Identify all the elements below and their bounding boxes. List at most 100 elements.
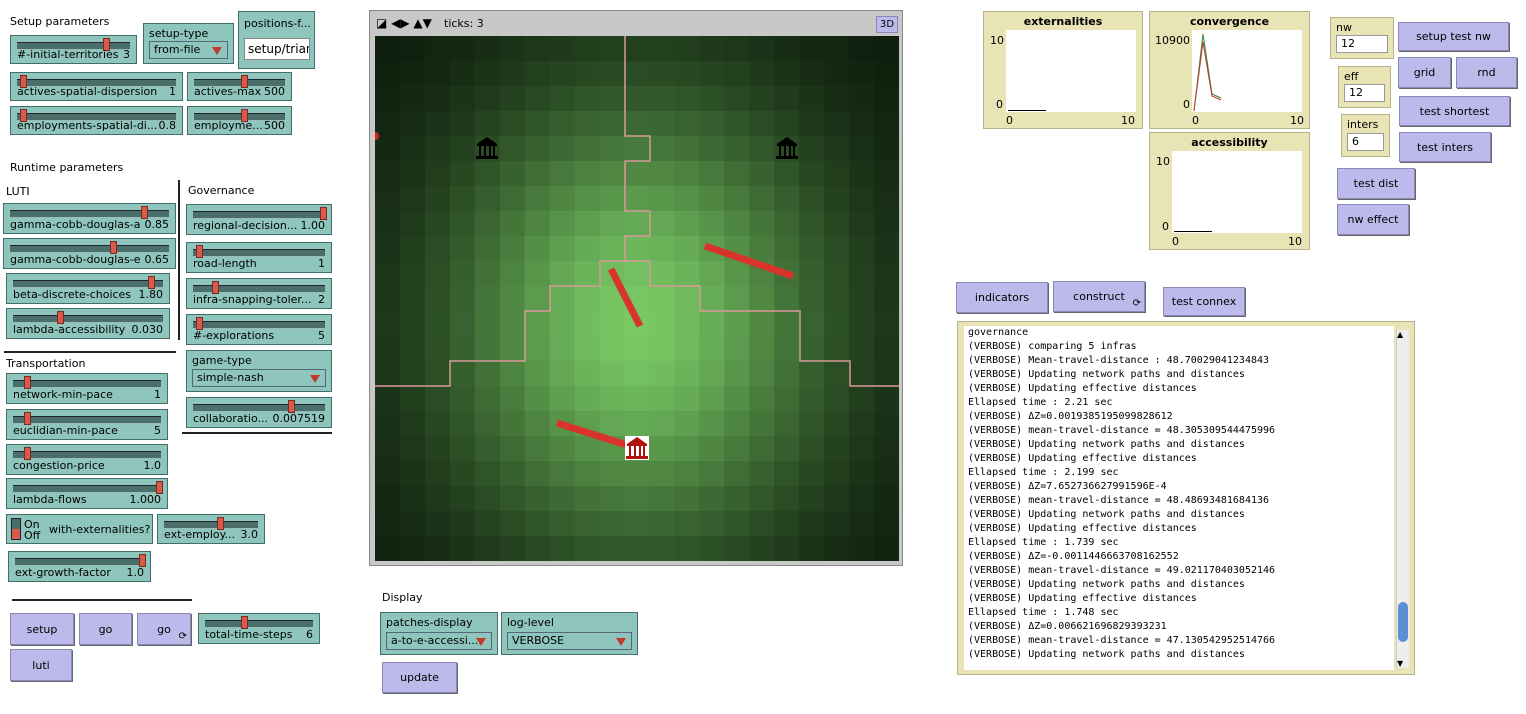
scroll-down-icon[interactable]: ▼	[1397, 659, 1403, 668]
chooser-value-box[interactable]: from-file	[149, 41, 228, 59]
world-view[interactable]: ◪ ◀▶ ▲▼ ticks: 3 3D	[369, 10, 903, 566]
luti-button[interactable]: luti	[10, 649, 72, 681]
slider-actives-spatial-dispersion[interactable]: actives-spatial-dispersion 1	[10, 72, 183, 101]
patch	[649, 486, 675, 512]
slider-road-length[interactable]: road-length 1	[186, 242, 332, 273]
patch	[774, 111, 800, 137]
slider-gamma-cobb-douglas-a[interactable]: gamma-cobb-douglas-a 0.85	[3, 203, 176, 234]
slider-track	[193, 211, 325, 219]
patch	[649, 311, 675, 337]
patch	[649, 161, 675, 187]
slider-lambda-flows[interactable]: lambda-flows 1.000	[6, 478, 168, 509]
patch	[499, 186, 526, 212]
positions-file-field[interactable]: setup/trian	[244, 38, 310, 60]
grid-button[interactable]: grid	[1398, 57, 1451, 88]
patch	[375, 261, 401, 287]
view-control-icons[interactable]: ◪ ◀▶ ▲▼	[376, 16, 432, 30]
slider-ext-employ[interactable]: ext-employ... 3.0	[157, 514, 265, 544]
slider-collaboration[interactable]: collaboratio... 0.007519	[186, 397, 332, 428]
go-button[interactable]: go	[79, 613, 132, 645]
switch-with-externalities[interactable]: On Off with-externalities?	[6, 514, 153, 544]
test-inters-button[interactable]: test inters	[1399, 132, 1491, 162]
test-dist-button[interactable]: test dist	[1337, 168, 1415, 199]
chooser-setup-type[interactable]: setup-type from-file	[143, 23, 234, 64]
slider-gamma-cobb-douglas-e[interactable]: gamma-cobb-douglas-e 0.65	[3, 238, 176, 269]
patch	[799, 336, 825, 362]
slider-actives-max[interactable]: actives-max 500	[187, 72, 292, 101]
patch	[624, 536, 650, 561]
patch	[424, 236, 451, 262]
slider-value: 0.007519	[272, 412, 326, 425]
world-canvas[interactable]	[375, 36, 899, 561]
patch	[674, 236, 700, 262]
chooser-value-box[interactable]: VERBOSE	[507, 632, 632, 650]
patch	[649, 536, 675, 561]
slider-employments-spatial-dispersion[interactable]: employments-spatial-di... 0.8	[10, 106, 183, 135]
slider-euclidian-min-pace[interactable]: euclidian-min-pace 5	[6, 409, 168, 440]
scrollbar-thumb[interactable]	[1398, 602, 1408, 642]
patch	[449, 61, 476, 87]
patch	[749, 436, 775, 462]
patch	[774, 386, 800, 412]
go-forever-button[interactable]: go ⟳	[137, 613, 191, 645]
construct-button[interactable]: construct ⟳	[1053, 281, 1145, 312]
test-shortest-button[interactable]: test shortest	[1399, 96, 1510, 126]
dropdown-arrow-icon	[616, 638, 626, 646]
patch	[424, 411, 451, 437]
patch	[474, 511, 501, 537]
output-console: governance (VERBOSE) comparing 5 infras (V…	[957, 321, 1415, 675]
patch	[774, 486, 800, 512]
chooser-patches-display[interactable]: patches-display a-to-e-accessi...	[380, 612, 498, 655]
chooser-value-box[interactable]: simple-nash	[192, 369, 326, 387]
patch	[399, 511, 426, 537]
patch	[649, 136, 675, 162]
indicators-button[interactable]: indicators	[956, 282, 1048, 313]
console-line: (VERBOSE) Updating effective distances	[968, 453, 1197, 464]
patch	[375, 386, 401, 412]
convergence-green-line	[1193, 33, 1222, 112]
input-positions-file[interactable]: positions-f... setup/trian	[238, 11, 315, 69]
patch	[824, 536, 850, 561]
slider-network-min-pace[interactable]: network-min-pace 1	[6, 373, 168, 404]
slider-infra-snapping-tolerance[interactable]: infra-snapping-toler... 2	[186, 278, 332, 309]
test-connex-button[interactable]: test connex	[1163, 287, 1245, 316]
patch	[499, 286, 526, 312]
3d-view-button[interactable]: 3D	[876, 16, 898, 33]
rnd-button[interactable]: rnd	[1456, 57, 1517, 88]
patch	[774, 236, 800, 262]
patch	[375, 311, 401, 337]
slider-lambda-accessibility[interactable]: lambda-accessibility 0.030	[6, 308, 170, 339]
patch	[599, 136, 626, 162]
update-button[interactable]: update	[382, 662, 457, 693]
chooser-value-box[interactable]: a-to-e-accessi...	[386, 632, 492, 650]
slider-beta-discrete-choices[interactable]: beta-discrete-choices 1.80	[6, 273, 170, 304]
chooser-log-level[interactable]: log-level VERBOSE	[501, 612, 638, 655]
slider-congestion-price[interactable]: congestion-price 1.0	[6, 444, 168, 475]
patch	[375, 161, 401, 187]
slider-track	[13, 416, 161, 424]
slider-total-time-steps[interactable]: total-time-steps 6	[198, 613, 320, 644]
setup-test-nw-button[interactable]: setup test nw	[1398, 22, 1509, 51]
patch	[624, 486, 650, 512]
slider-explorations[interactable]: #-explorations 5	[186, 314, 332, 345]
console-line: (VERBOSE) Updating network paths and dis…	[968, 509, 1245, 520]
patch	[424, 86, 451, 112]
slider-regional-decision[interactable]: regional-decision... 1.00	[186, 204, 332, 235]
patch	[599, 86, 626, 112]
patch	[799, 536, 825, 561]
patch	[499, 361, 526, 387]
patch	[749, 186, 775, 212]
chooser-game-type[interactable]: game-type simple-nash	[186, 350, 332, 392]
patch	[824, 386, 850, 412]
patch	[375, 61, 401, 87]
setup-button[interactable]: setup	[10, 613, 74, 645]
slider-initial-territories[interactable]: #-initial-territories 3	[10, 35, 137, 64]
slider-ext-growth-factor[interactable]: ext-growth-factor 1.0	[8, 551, 151, 582]
patch	[874, 311, 899, 337]
nw-effect-button[interactable]: nw effect	[1337, 204, 1409, 235]
console-scrollbar[interactable]: ▲ ▼	[1396, 330, 1409, 668]
slider-employments-max[interactable]: employme... 500	[187, 106, 292, 135]
patch	[474, 261, 501, 287]
console-text-area[interactable]: governance (VERBOSE) comparing 5 infras (V…	[964, 326, 1394, 670]
scroll-up-icon[interactable]: ▲	[1397, 330, 1403, 339]
